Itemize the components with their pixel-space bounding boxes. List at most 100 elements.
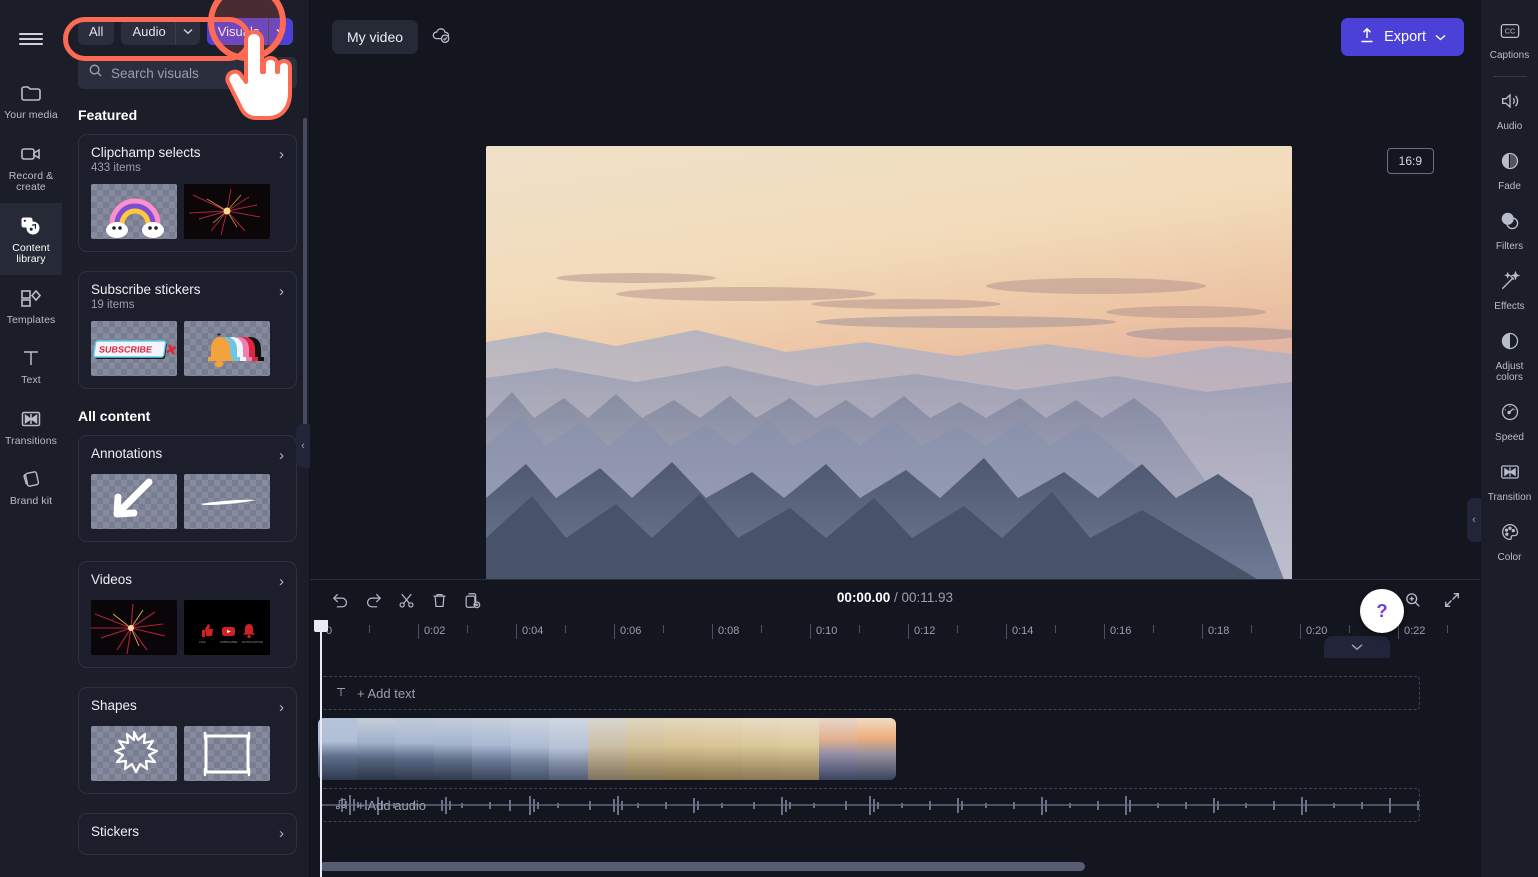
text-t-icon <box>334 685 348 702</box>
chevron-right-icon[interactable]: › <box>279 698 284 716</box>
svg-text:NOTIFICATION: NOTIFICATION <box>242 640 263 644</box>
ruler-tick: 0:22 <box>1398 624 1425 639</box>
redo-icon[interactable] <box>359 586 387 614</box>
right-item-label: Adjust colors <box>1483 361 1537 383</box>
video-preview[interactable] <box>486 146 1292 600</box>
timeline: 00:00.00 / 00:11.93 0 0:02 0:04 0:06 <box>310 579 1480 877</box>
right-item-color[interactable]: Color <box>1481 512 1538 572</box>
timeline-toolbar: 00:00.00 / 00:11.93 <box>310 580 1480 620</box>
ruler-minor-tick <box>859 625 860 633</box>
right-item-audio[interactable]: Audio <box>1481 81 1538 141</box>
chevron-right-icon[interactable]: › <box>279 446 284 464</box>
help-button[interactable]: ? <box>1360 589 1404 633</box>
category-card-clipchamp-selects[interactable]: Clipchamp selects 433 items › <box>78 134 297 252</box>
thumbnail-bell-stack[interactable] <box>184 321 270 376</box>
right-item-label: Fade <box>1498 181 1521 192</box>
aspect-ratio-badge[interactable]: 16:9 <box>1387 148 1434 174</box>
category-card-videos[interactable]: Videos › <box>78 561 297 668</box>
thumbnail-rainbow[interactable] <box>91 184 177 239</box>
hamburger-icon[interactable] <box>0 8 62 70</box>
collapse-right-panel-button[interactable]: ‹ <box>1467 498 1481 542</box>
ruler-tick: 0:12 <box>908 624 935 639</box>
thumbnail-underline-stroke[interactable] <box>184 474 270 529</box>
sidebar-item-text[interactable]: Text <box>0 335 62 396</box>
add-text-track[interactable]: + Add text <box>320 676 1420 710</box>
svg-text:?: ? <box>1376 600 1387 621</box>
search-input[interactable] <box>111 66 287 81</box>
filter-chip-visuals[interactable]: Visuals <box>207 18 294 45</box>
featured-section-title: Featured <box>78 107 297 123</box>
ruler-tick: 0:04 <box>516 624 543 639</box>
card-title: Subscribe stickers <box>91 282 201 297</box>
sidebar-item-templates[interactable]: Templates <box>0 275 62 336</box>
thumbnail-red-burst[interactable] <box>184 184 270 239</box>
sidebar-item-label: Templates <box>7 315 56 327</box>
chevron-right-icon[interactable]: › <box>279 282 284 300</box>
search-box[interactable] <box>78 57 297 89</box>
category-card-annotations[interactable]: Annotations › <box>78 435 297 542</box>
chevron-right-icon[interactable]: › <box>279 824 284 842</box>
timeline-tracks[interactable]: 0 0:02 0:04 0:06 0:08 0:10 0:12 0:14 <box>310 620 1480 877</box>
chevron-right-icon[interactable]: › <box>279 572 284 590</box>
filter-chip-audio[interactable]: Audio <box>121 18 199 45</box>
sidebar-item-your-media[interactable]: Your media <box>0 70 62 131</box>
export-button[interactable]: Export <box>1341 18 1464 56</box>
right-item-speed[interactable]: Speed <box>1481 392 1538 452</box>
timeline-horizontal-scrollbar[interactable] <box>320 862 1085 871</box>
playhead[interactable] <box>320 620 322 877</box>
timeline-ruler[interactable]: 0 0:02 0:04 0:06 0:08 0:10 0:12 0:14 <box>320 620 1480 646</box>
right-item-captions[interactable]: CC Captions <box>1481 12 1538 70</box>
panel-scroll-area[interactable]: Featured Clipchamp selects 433 items › <box>62 101 309 877</box>
sidebar-item-label: Brand kit <box>10 496 52 508</box>
collapse-timeline-button[interactable] <box>1324 636 1390 658</box>
right-item-adjust-colors[interactable]: Adjust colors <box>1481 321 1538 392</box>
add-audio-track[interactable]: + Add audio <box>320 788 1420 822</box>
category-card-shapes[interactable]: Shapes › <box>78 687 297 794</box>
ruler-minor-tick <box>565 625 566 633</box>
fit-to-screen-icon[interactable] <box>1438 586 1466 614</box>
thumbnail-starburst-shape[interactable] <box>91 726 177 781</box>
ruler-tick: 0:20 <box>1300 624 1327 639</box>
thumbnail-subscribe-text[interactable]: SUBSCRIBE <box>91 321 177 376</box>
right-item-effects[interactable]: Effects <box>1481 261 1538 321</box>
filter-chip-all[interactable]: All <box>78 18 114 45</box>
collapse-left-panel-button[interactable]: ‹ <box>296 424 310 468</box>
ruler-minor-tick <box>1251 625 1252 633</box>
chevron-right-icon[interactable]: › <box>279 145 284 163</box>
ruler-minor-tick <box>1447 625 1448 633</box>
card-title: Stickers <box>91 824 139 839</box>
category-card-stickers[interactable]: Stickers › <box>78 813 297 855</box>
category-card-subscribe-stickers[interactable]: Subscribe stickers 19 items › SUBSCRIBE <box>78 271 297 389</box>
right-item-label: Transition <box>1488 492 1532 503</box>
project-name-field[interactable]: My video <box>332 20 418 54</box>
video-clip[interactable] <box>318 718 896 780</box>
thumbnail-video-youtube-icons[interactable]: LIKE SUBSCRIBE NOTIFICATION <box>184 600 270 655</box>
music-note-icon <box>334 797 348 814</box>
card-title: Annotations <box>91 446 162 461</box>
chevron-down-icon[interactable] <box>268 18 293 45</box>
ruler-tick: 0:16 <box>1104 624 1131 639</box>
panel-scrollbar[interactable] <box>303 118 307 468</box>
undo-icon[interactable] <box>326 586 354 614</box>
right-sidebar: CC Captions Audio Fade Filters Effects A… <box>1480 0 1538 877</box>
thumbnail-square-frame-shape[interactable] <box>184 726 270 781</box>
thumbnail-arrow[interactable] <box>91 474 177 529</box>
right-item-fade[interactable]: Fade <box>1481 141 1538 201</box>
ruler-minor-tick <box>467 625 468 633</box>
sidebar-item-record-create[interactable]: Record & create <box>0 131 62 203</box>
sidebar-item-transitions[interactable]: Transitions <box>0 396 62 457</box>
sidebar-item-content-library[interactable]: Content library <box>0 203 62 275</box>
duplicate-icon[interactable] <box>458 586 486 614</box>
thumbnail-video-burst[interactable] <box>91 600 177 655</box>
chevron-down-icon <box>1435 29 1446 45</box>
upload-icon <box>1359 27 1375 48</box>
right-item-transition[interactable]: Transition <box>1481 452 1538 512</box>
right-item-label: Captions <box>1490 50 1529 61</box>
trash-icon[interactable] <box>425 586 453 614</box>
right-item-filters[interactable]: Filters <box>1481 201 1538 261</box>
transition-icon <box>19 407 43 431</box>
scissors-icon[interactable] <box>392 586 420 614</box>
ruler-minor-tick <box>369 625 370 633</box>
sidebar-item-brand-kit[interactable]: Brand kit <box>0 456 62 517</box>
chevron-down-icon[interactable] <box>175 18 200 45</box>
